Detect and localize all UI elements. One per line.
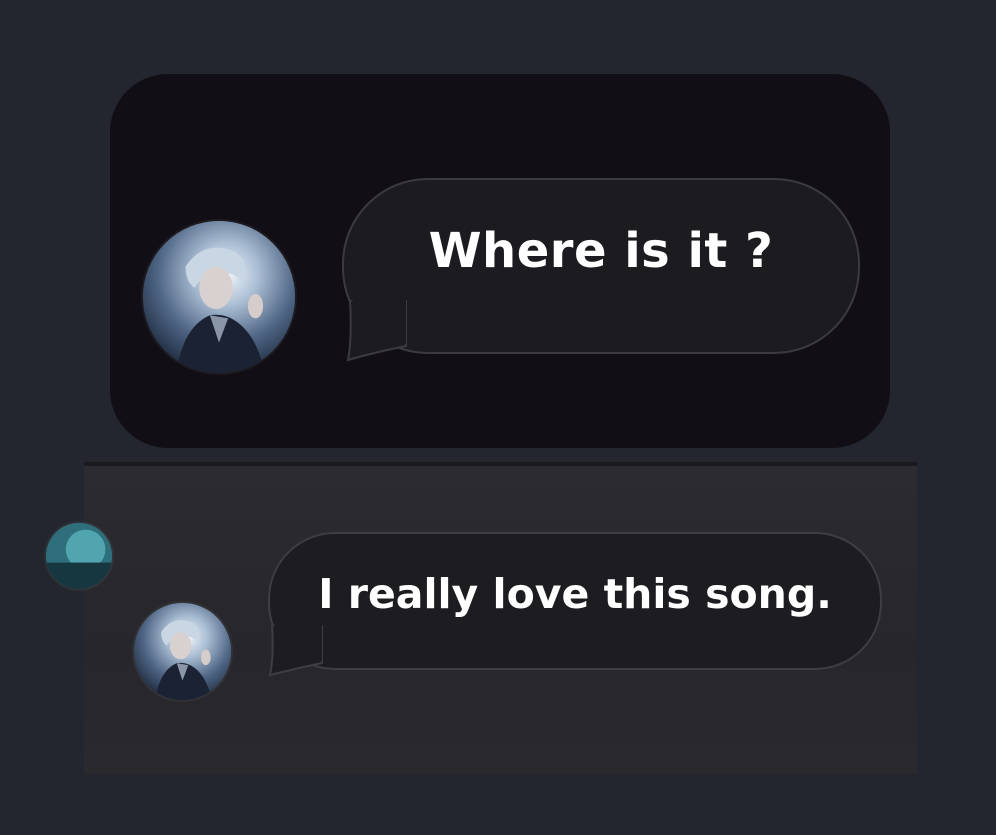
bubble-tail-icon [268,625,323,677]
message-text: Where is it ? [428,223,774,279]
profile-photo-icon [134,603,231,700]
avatar[interactable] [143,221,295,373]
profile-photo-icon [143,221,295,373]
chat-bubble: I really love this song. [268,532,882,670]
message-text: I really love this song. [318,570,832,618]
chat-bubble: Where is it ? [342,178,860,354]
profile-photo-icon [46,523,112,589]
avatar[interactable] [134,603,231,700]
bubble-tail-icon [346,300,407,362]
avatar-partial [46,523,112,589]
